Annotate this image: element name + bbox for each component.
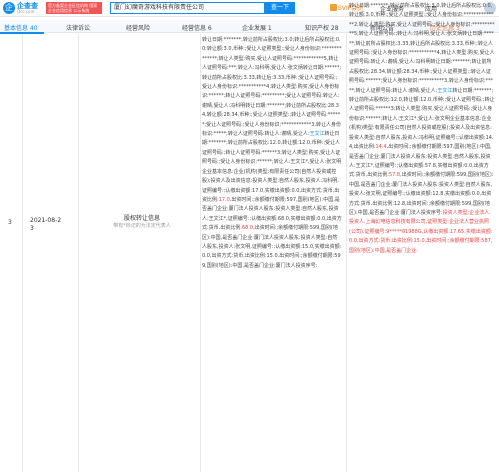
logo-subtext: Qcc.com: [17, 9, 35, 14]
column-divider: [200, 34, 201, 472]
tab-ip[interactable]: 知识产权 28: [305, 23, 339, 32]
tab-operations[interactable]: 经营信息 6: [182, 23, 212, 32]
crown-icon: [330, 4, 337, 11]
column-divider: [346, 34, 347, 472]
tab-legal[interactable]: 法律诉讼: [66, 23, 90, 32]
change-date-line1: 2021-08-2: [30, 217, 62, 224]
changed-value: 投资人类型:企业法人,投资人:上海幻电信息科技有限公司,证照类型:企业法人营业执…: [349, 209, 493, 254]
tab-risk[interactable]: 经营风险: [126, 23, 150, 32]
highlighted-name: 王文江: [437, 87, 453, 94]
content-before: 转让日期:*******;转让前所占股权比:3.0;转让后所占股权比:0.0;转…: [202, 36, 342, 436]
text-segment: 转让日期:*******;转让前所占股权比:12.0,转让额:12.0,币种:;…: [202, 131, 342, 203]
text-segment: ,出资时间:;余额缴付期限:599,国别(地区):中国,是否盖门企业:厦门法人投…: [202, 225, 342, 269]
search-input[interactable]: 厦门幻魔奇游戏科技有限责任公司: [110, 2, 265, 14]
column-divider: [22, 34, 23, 472]
change-type-note: 带有*标记的为法定代表人: [113, 223, 171, 229]
logo-icon: 企: [3, 2, 15, 14]
column-divider: [78, 34, 79, 472]
text-segment: 转让日期:*******;转让前所占股权比:12.0,转让额:12.0,币种:;…: [349, 87, 495, 151]
change-type: 股权转让信息: [123, 215, 160, 222]
tab-basic-info[interactable]: 基本信息 40: [4, 23, 38, 32]
text-segment: 转让日期:*******;转让前所占股权比:3.0,转让后所占股权比:0.0,转…: [349, 3, 495, 94]
row-index: 3: [8, 219, 12, 226]
change-date: 2021-08-2 3: [30, 217, 72, 233]
highlighted-name: 王文江: [309, 131, 325, 138]
changed-value: 57.8: [388, 172, 401, 179]
content-after: 转让日期:*******;转让前所占股权比:3.0,转让后所占股权比:0.0,转…: [349, 2, 495, 472]
changed-value: 68.0: [241, 225, 254, 232]
text-segment: 转让日期:*******;转让前所占股权比:3.0;转让后所占股权比:0.0;转…: [202, 37, 342, 138]
tab-development[interactable]: 企业发展 1: [242, 23, 272, 32]
site-logo[interactable]: 企 企查查 Qcc.com: [3, 2, 43, 15]
changed-value: 17.0: [218, 196, 230, 203]
search-button[interactable]: 查一下: [265, 2, 295, 14]
change-date-line2: 3: [30, 225, 34, 232]
changed-value: 14.4: [375, 144, 387, 151]
certification-badge[interactable]: 官方备案企业征信机构 国家企业信用信息 公示系统: [46, 2, 102, 14]
